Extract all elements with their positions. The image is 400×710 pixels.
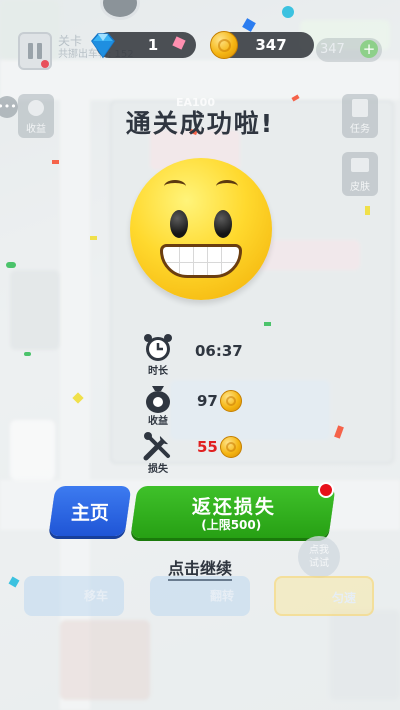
success-title: 通关成功啦!	[125, 109, 275, 138]
return-loss-cap: (上限500)	[201, 518, 262, 532]
home-button-label: 主页	[70, 502, 109, 524]
skin-side-button[interactable]: 皮肤	[342, 152, 378, 196]
move-car-button[interactable]: 移车	[24, 576, 124, 616]
ghost-coin-counter: 347 +	[316, 38, 382, 62]
coin-icon	[220, 390, 242, 412]
confetti-piece	[6, 262, 16, 268]
flip-button[interactable]: 翻转	[150, 576, 250, 616]
paint-roller-icon	[351, 158, 369, 172]
notification-dot	[318, 482, 334, 498]
ghost-coin-value: 347	[320, 42, 345, 57]
coin-counter: 347	[210, 31, 314, 59]
loss-caption: 损失	[148, 464, 168, 475]
constant-speed-label: 匀速	[331, 591, 356, 605]
diamond-icon	[91, 33, 115, 59]
move-car-label: 移车	[83, 589, 108, 603]
flip-label: 翻转	[209, 589, 234, 603]
tools-icon	[143, 432, 170, 461]
gem-value: 1	[147, 36, 159, 54]
confetti-piece	[264, 322, 271, 326]
alarm-clock-icon	[144, 334, 172, 361]
add-coin-icon[interactable]: +	[360, 40, 378, 58]
game-screen[interactable]: EA100 关卡 共挪出车辆: 152 1 347 347 + 收益 •• 任务…	[0, 0, 400, 710]
confetti-piece	[24, 352, 31, 356]
confetti-piece	[282, 6, 294, 18]
income-caption: 收益	[148, 416, 168, 427]
coin-icon	[210, 31, 238, 59]
duration-value: 06:37	[195, 342, 243, 360]
notify-dot	[41, 60, 49, 68]
confetti-piece	[90, 236, 97, 240]
loss-value: 55	[197, 438, 218, 456]
income-value: 97	[197, 392, 218, 410]
top-hud: 关卡 共挪出车辆: 152 1 347 347 +	[0, 30, 400, 70]
home-button[interactable]: 主页	[48, 486, 132, 536]
confetti-piece	[52, 160, 59, 164]
return-loss-label: 返还损失	[191, 496, 276, 518]
money-bag-icon	[146, 386, 170, 413]
duration-caption: 时长	[148, 366, 168, 377]
coin-icon	[220, 436, 242, 458]
skin-side-label: 皮肤	[350, 182, 370, 193]
grinning-face-icon	[130, 158, 272, 300]
coin-value: 347	[255, 36, 287, 54]
confetti-piece	[365, 206, 370, 215]
return-loss-button[interactable]: 返还损失 (上限500)	[130, 486, 336, 538]
constant-speed-button[interactable]: 匀速	[274, 576, 374, 616]
